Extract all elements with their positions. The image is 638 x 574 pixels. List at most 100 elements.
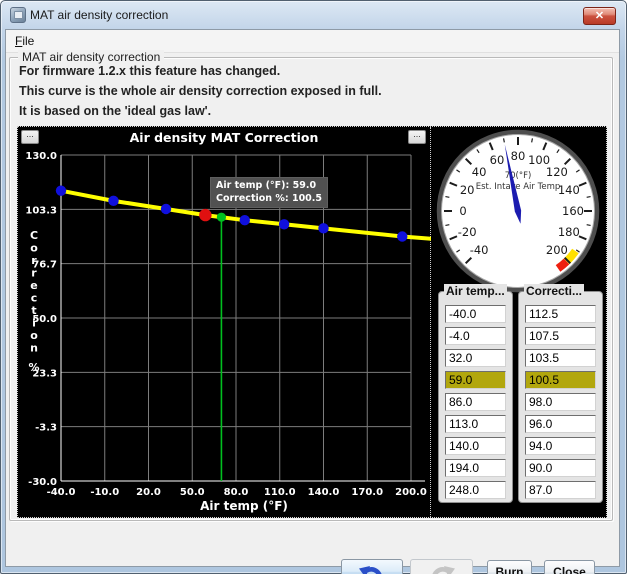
redo-button[interactable] (410, 559, 473, 574)
chart-tooltip: Air temp (°F): 59.0Correction %: 100.5 (210, 177, 328, 208)
gauge-tick-label: 60 (490, 153, 505, 167)
y-axis-title-char: % (28, 361, 39, 374)
editor-panel: ... Air density MAT Correction ... 130.0… (17, 126, 607, 518)
air-temp-cell-5[interactable]: 113.0 (445, 415, 506, 433)
correction-cell-1[interactable]: 107.5 (525, 327, 596, 345)
air-temp-cell-2[interactable]: 32.0 (445, 349, 506, 367)
y-axis-title-char: o (30, 242, 38, 255)
table-group-correction: Correcti... 112.5107.5103.5100.598.096.0… (518, 291, 603, 503)
x-tick-label: 20.0 (136, 487, 161, 498)
y-axis-title-char: i (32, 317, 36, 330)
gauge-tick-label: -40 (470, 243, 489, 257)
gauge-tick-label: 20 (460, 183, 475, 197)
y-tick-label: 103.3 (25, 205, 57, 216)
gauge-tick (445, 225, 449, 226)
titlebar-close-button[interactable]: ✕ (583, 7, 616, 25)
client-area: File MAT air density correction For firm… (5, 29, 620, 567)
chart-point-4[interactable] (240, 215, 250, 225)
correction-cell-0[interactable]: 112.5 (525, 305, 596, 323)
gauge-tick (587, 225, 591, 226)
settings-groupbox: MAT air density correction For firmware … (9, 57, 613, 521)
close-button[interactable]: Close (544, 560, 595, 574)
gauge-tick (532, 138, 533, 142)
air-temp-cell-3[interactable]: 59.0 (445, 371, 506, 389)
gauge-title: Est. Intake Air Temp (476, 182, 561, 192)
gauge-tick-label: 120 (546, 165, 568, 179)
close-icon: ✕ (595, 10, 604, 22)
y-axis-title-char: r (31, 267, 37, 280)
tooltip-line: Correction %: 100.5 (216, 192, 322, 205)
y-axis-title-char: C (30, 229, 38, 242)
x-tick-label: 170.0 (351, 487, 383, 498)
correction-cell-5[interactable]: 96.0 (525, 415, 596, 433)
chart-point-2[interactable] (161, 204, 171, 214)
air-temp-gauge: -40-2002040608010012014016018020070(°F)E… (432, 127, 604, 293)
air-temp-cell-1[interactable]: -4.0 (445, 327, 506, 345)
table-group-air-temp: Air temp... -40.0-4.032.059.086.0113.014… (438, 291, 513, 503)
table-column-correction: 112.5 107.5 103.5 100.5 98.0 96.0 94.0 90.0 87.0 (519, 305, 602, 499)
correction-cell-3[interactable]: 100.5 (525, 371, 596, 389)
window-title: MAT air density correction (30, 8, 168, 22)
redo-arrow-icon (427, 562, 457, 574)
air-temp-cell-6[interactable]: 140.0 (445, 437, 506, 455)
chart-point-7[interactable] (397, 231, 407, 241)
chart-point-6[interactable] (318, 223, 328, 233)
chart-panel: ... Air density MAT Correction ... 130.0… (18, 127, 431, 517)
correction-cell-2[interactable]: 103.5 (525, 349, 596, 367)
air-temp-cell-8[interactable]: 248.0 (445, 481, 506, 499)
gauge-tick (445, 197, 449, 198)
burn-button[interactable]: Burn (487, 560, 532, 574)
table-title-air-temp: Air temp... (444, 284, 507, 298)
y-axis-title-char: n (30, 342, 38, 355)
gauge-value-label: 70(°F) (505, 171, 532, 181)
gauge-tick-label: 80 (511, 149, 526, 163)
x-tick-label: 110.0 (264, 487, 296, 498)
correction-cell-4[interactable]: 98.0 (525, 393, 596, 411)
gauge-tick-label: 40 (472, 165, 487, 179)
groupbox-title: MAT air density correction (18, 50, 164, 64)
y-axis-title-char: o (30, 329, 38, 342)
y-tick-label: -3.3 (35, 423, 57, 434)
gauge-tick-label: 0 (459, 204, 466, 218)
air-temp-cell-7[interactable]: 194.0 (445, 459, 506, 477)
x-tick-label: 80.0 (224, 487, 249, 498)
correction-cell-6[interactable]: 94.0 (525, 437, 596, 455)
tooltip-line: Air temp (°F): 59.0 (216, 179, 322, 192)
description-line-2: This curve is the whole air density corr… (19, 84, 382, 98)
gauge-tick-label: 160 (562, 204, 584, 218)
gauge-tick (504, 138, 505, 142)
description-line-3: It is based on the 'ideal gas law'. (19, 104, 211, 118)
chart-point-5[interactable] (279, 219, 289, 229)
y-axis-title-char: e (30, 279, 37, 292)
x-tick-label: -10.0 (90, 487, 119, 498)
app-icon (10, 7, 26, 23)
air-temp-cell-4[interactable]: 86.0 (445, 393, 506, 411)
correction-cell-7[interactable]: 90.0 (525, 459, 596, 477)
titlebar[interactable]: MAT air density correction ✕ (1, 1, 626, 29)
undo-arrow-icon (357, 562, 387, 574)
gauge-tick-label: -20 (458, 225, 477, 239)
screen: MAT air density correction ✕ File MAT ai… (0, 0, 638, 574)
x-tick-label: 50.0 (180, 487, 205, 498)
undo-button[interactable] (341, 559, 403, 574)
gauge-range-arc (558, 261, 566, 268)
dialog-window: MAT air density correction ✕ File MAT ai… (0, 0, 627, 574)
chart-point-0[interactable] (56, 185, 66, 195)
cursor-dot (217, 213, 226, 222)
air-temp-cell-0[interactable]: -40.0 (445, 305, 506, 323)
y-axis-title-char: c (31, 292, 38, 305)
gauge-tick-label: 140 (558, 183, 580, 197)
x-axis-title: Air temp (°F) (200, 499, 288, 513)
table-column-air-temp: -40.0 -4.0 32.0 59.0 86.0 113.0 140.0 194.0 248.… (439, 305, 512, 499)
y-tick-label: 130.0 (25, 151, 57, 162)
chart-point-selected[interactable] (199, 209, 211, 221)
description-line-1: For firmware 1.2.x this feature has chan… (19, 64, 280, 78)
x-tick-label: -40.0 (47, 487, 76, 498)
y-axis-title-char: r (31, 254, 37, 267)
x-tick-label: 200.0 (395, 487, 427, 498)
gauge-tick-label: 180 (558, 225, 580, 239)
gauge-tick-label: 200 (546, 243, 568, 257)
menu-item-file[interactable]: File (6, 30, 43, 48)
correction-cell-8[interactable]: 87.0 (525, 481, 596, 499)
chart-point-1[interactable] (108, 196, 118, 206)
